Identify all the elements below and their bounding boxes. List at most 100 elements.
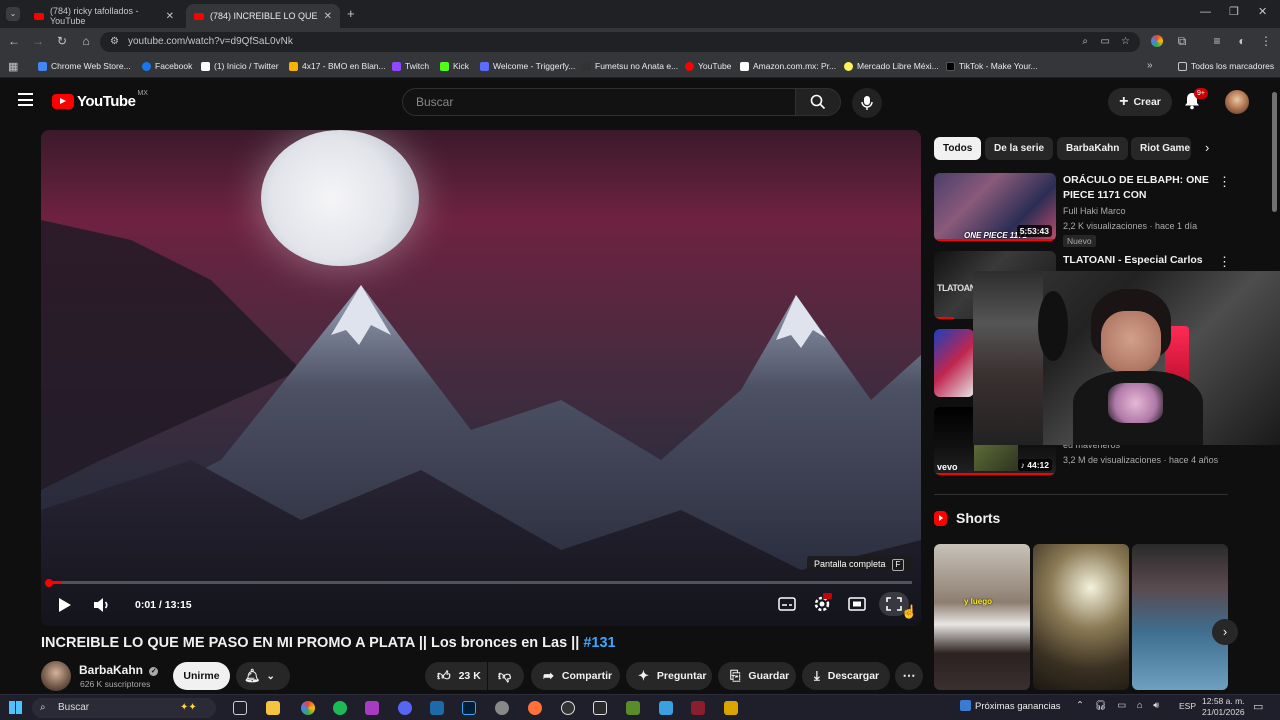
bookmark-fumetsu[interactable]: Fumetsu no Anata e... xyxy=(582,61,678,71)
more-actions-button[interactable]: ⋯ xyxy=(895,662,923,690)
more-bookmarks-icon[interactable]: » xyxy=(1147,60,1153,71)
youtube-logo[interactable]: YouTube MX xyxy=(52,90,148,110)
play-button[interactable] xyxy=(58,597,72,616)
app-icon[interactable] xyxy=(724,701,738,715)
reading-list-icon[interactable]: ≡ xyxy=(1209,34,1225,48)
bookmark-kick[interactable]: Kick xyxy=(440,61,469,71)
recommendation-title[interactable]: TLATOANI - Especial Carlos Ballarta xyxy=(1063,253,1215,268)
new-tab-icon[interactable]: + xyxy=(347,6,355,21)
like-button[interactable]: 👍︎ 23 K xyxy=(425,662,487,690)
chip-series[interactable]: De la serie xyxy=(985,137,1054,160)
avatar[interactable] xyxy=(1225,90,1249,114)
taskbar-date[interactable]: 21/01/2026 xyxy=(1202,707,1245,717)
chips-next-icon[interactable]: › xyxy=(1205,140,1209,155)
short-thumbnail[interactable]: y luego xyxy=(934,544,1030,690)
bookmark-triggerfy[interactable]: Welcome - Triggerfy... xyxy=(480,61,575,71)
bookmark-facebook[interactable]: Facebook xyxy=(142,61,192,71)
all-bookmarks-folder[interactable]: Todos los marcadores xyxy=(1178,61,1274,71)
subtitles-button[interactable] xyxy=(778,597,796,614)
shorts-next-button[interactable]: › xyxy=(1212,619,1238,645)
game-app-icon[interactable] xyxy=(365,701,379,715)
start-windows-icon[interactable] xyxy=(9,701,22,714)
recommendation-channel[interactable]: Full Haki Marco xyxy=(1063,206,1126,216)
valorant-icon[interactable] xyxy=(430,701,444,715)
notification-center-icon[interactable]: ▭ xyxy=(1253,700,1263,713)
account-icon[interactable]: ◐ xyxy=(1234,34,1250,48)
close-tab-icon[interactable]: ✕ xyxy=(324,11,332,22)
browser-tab-2[interactable]: (784) INCREIBLE LO QUE ME PA ✕ xyxy=(186,4,340,28)
profile-extension-icon[interactable] xyxy=(1151,35,1163,47)
bookmark-star-icon[interactable]: ☆ xyxy=(1121,32,1130,52)
page-scrollbar[interactable] xyxy=(1272,92,1277,212)
close-tab-icon[interactable]: ✕ xyxy=(166,11,174,22)
close-window-icon[interactable]: ✕ xyxy=(1258,5,1267,18)
progress-bar[interactable] xyxy=(50,581,912,584)
site-info-icon[interactable]: ⚙ xyxy=(110,32,119,52)
chrome-menu-icon[interactable]: ⋮ xyxy=(1258,34,1274,48)
bookmark-youtube[interactable]: YouTube xyxy=(685,61,731,71)
subscribe-notifications-button[interactable]: 🔔︎ ⌄ xyxy=(236,662,290,690)
address-bar[interactable]: ⚙ youtube.com/watch?v=d9QfSaL0vNk ⌕ ▭ ☆ xyxy=(100,32,1140,52)
short-thumbnail[interactable] xyxy=(1033,544,1129,690)
search-input[interactable]: Buscar xyxy=(402,88,796,116)
chip-channel[interactable]: BarbaKahn xyxy=(1057,137,1129,160)
bookmark-bmo[interactable]: 4x17 - BMO en Blan... xyxy=(289,61,386,71)
cast-icon[interactable]: ▭ xyxy=(1101,32,1110,52)
hamburger-menu-icon[interactable] xyxy=(18,93,33,106)
spotify-icon[interactable] xyxy=(333,701,347,715)
app-icon[interactable] xyxy=(691,701,705,715)
home-icon[interactable]: ⌂ xyxy=(78,34,94,48)
bookmark-chrome-web-store[interactable]: Chrome Web Store... xyxy=(38,61,131,71)
dislike-button[interactable]: 👎︎ xyxy=(488,662,524,690)
minimize-icon[interactable]: — xyxy=(1200,6,1211,18)
app-icon[interactable] xyxy=(495,701,509,715)
channel-name[interactable]: BarbaKahn ✓ xyxy=(79,663,159,677)
epic-games-icon[interactable] xyxy=(593,701,607,715)
file-explorer-icon[interactable] xyxy=(266,701,280,715)
hashtag-link[interactable]: #131 xyxy=(583,635,615,651)
more-vertical-icon[interactable]: ⋮ xyxy=(1218,254,1231,270)
reload-icon[interactable]: ↻ xyxy=(54,34,70,48)
zoom-icon[interactable]: ⌕ xyxy=(1082,32,1088,52)
share-button[interactable]: ➦ Compartir xyxy=(531,662,620,690)
task-view-icon[interactable] xyxy=(233,701,247,715)
theater-mode-button[interactable] xyxy=(848,597,866,614)
minecraft-icon[interactable] xyxy=(626,701,640,715)
browser-tab-1[interactable]: (784) ricky tafollados - YouTube ✕ xyxy=(26,4,182,28)
bookmark-twitter[interactable]: (1) Inicio / Twitter xyxy=(201,61,279,71)
join-button[interactable]: Unirme xyxy=(173,662,230,690)
create-button[interactable]: + Crear xyxy=(1108,88,1172,116)
voice-search-button[interactable] xyxy=(852,88,882,118)
recommendation-thumbnail[interactable] xyxy=(934,329,974,397)
language-indicator[interactable]: ESP xyxy=(1179,701,1196,711)
bookmark-mercadolibre[interactable]: Mercado Libre Méxi... xyxy=(844,61,939,71)
video-player[interactable]: Pantalla completa F 0:01 / 13:15 ☝ xyxy=(41,130,921,626)
ask-button[interactable]: ✦ Preguntar xyxy=(626,662,712,690)
apps-grid-icon[interactable]: ▦ xyxy=(8,60,18,73)
bookmark-twitch[interactable]: Twitch xyxy=(392,61,429,71)
bookmark-amazon[interactable]: Amazon.com.mx: Pr... xyxy=(740,61,836,71)
download-button[interactable]: ⤓ Descargar xyxy=(802,662,890,690)
obs-icon[interactable] xyxy=(561,701,575,715)
recommendation-title[interactable]: ORÁCULO DE ELBAPH: ONE PIECE 1171 CON CR… xyxy=(1063,173,1215,203)
short-thumbnail[interactable] xyxy=(1132,544,1228,690)
tab-list-menu-icon[interactable]: ⌄ xyxy=(6,7,20,21)
settings-button[interactable] xyxy=(813,593,832,616)
save-button[interactable]: ⎘ Guardar xyxy=(718,662,796,690)
bookmark-tiktok[interactable]: TikTok - Make Your... xyxy=(946,61,1038,71)
restore-icon[interactable]: ❐ xyxy=(1229,5,1239,18)
notifications-button[interactable]: 9+ xyxy=(1184,88,1208,112)
photoshop-icon[interactable] xyxy=(462,701,476,715)
recommendation-thumbnail[interactable]: ONE PIECE 1171 5:53:43 xyxy=(934,173,1056,241)
app-icon[interactable] xyxy=(659,701,673,715)
scrubber-handle[interactable] xyxy=(45,579,53,587)
chip-all[interactable]: Todos xyxy=(934,137,982,160)
extensions-icon[interactable]: ⧉ xyxy=(1174,34,1190,49)
discord-icon[interactable] xyxy=(398,701,412,715)
forward-icon[interactable]: → xyxy=(30,34,46,48)
firefox-icon[interactable] xyxy=(528,701,542,715)
search-button[interactable] xyxy=(795,88,841,116)
taskbar-search-box[interactable]: ⌕ Buscar ✦✦ xyxy=(32,698,216,718)
volume-button[interactable] xyxy=(93,597,111,616)
channel-avatar[interactable] xyxy=(41,661,71,691)
